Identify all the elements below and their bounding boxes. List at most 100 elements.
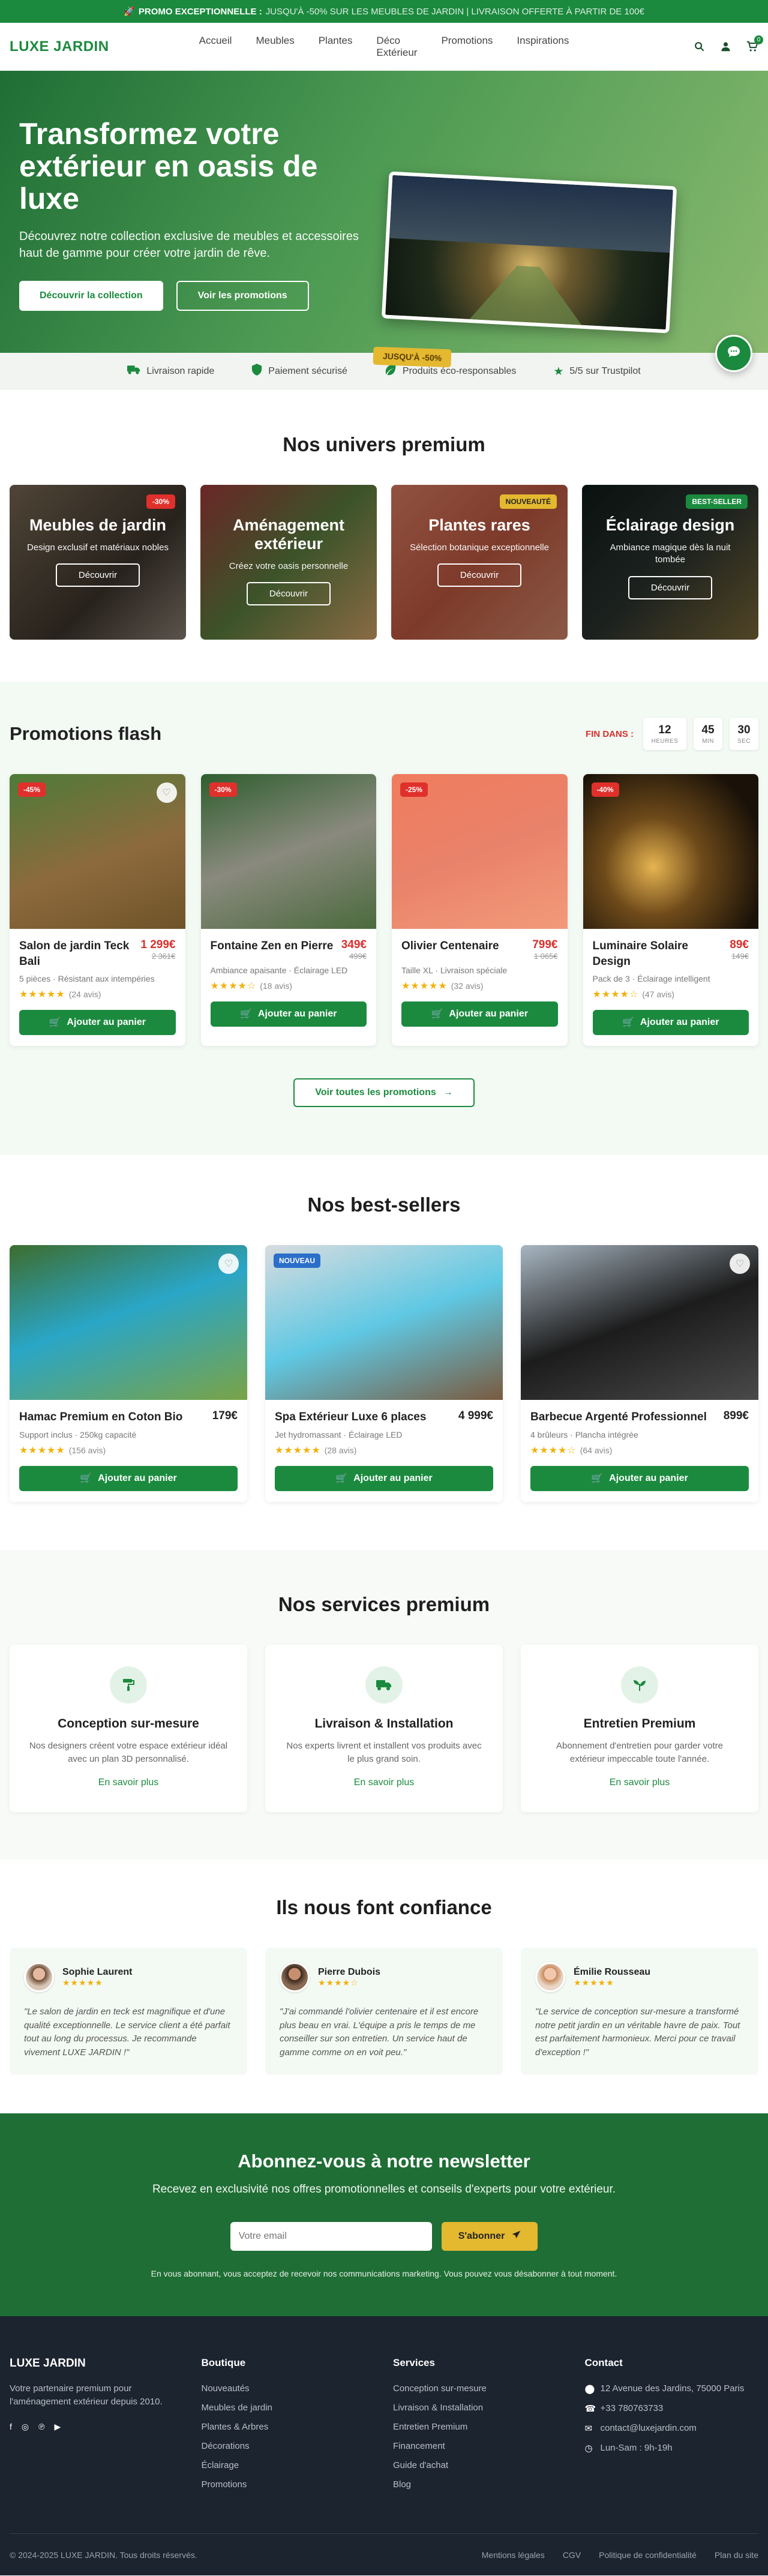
universe-card-furniture[interactable]: -30% Meubles de jardin Design exclusif e… (10, 485, 186, 640)
instagram-icon[interactable]: ◎ (22, 2422, 29, 2432)
cart-icon[interactable]: 0 (745, 35, 763, 53)
product-name[interactable]: Barbecue Argenté Professionnel (530, 1410, 707, 1425)
legal-link-cgv[interactable]: CGV (563, 2550, 581, 2560)
product-card[interactable]: NOUVEAU Spa Extérieur Luxe 6 places 4 99… (265, 1245, 503, 1502)
facebook-icon[interactable]: f (10, 2422, 12, 2432)
add-to-cart-button[interactable]: 🛒 Ajouter au panier (19, 1465, 238, 1491)
footer-col-boutique: Boutique Nouveautés Meubles de jardin Pl… (202, 2357, 376, 2499)
product-rating: ★★★★☆ (64 avis) (530, 1444, 749, 1456)
product-name[interactable]: Salon de jardin Teck Bali (19, 938, 136, 969)
footer-link[interactable]: Livraison & Installation (393, 2403, 567, 2413)
footer-link[interactable]: Plantes & Arbres (202, 2422, 376, 2432)
see-all-promotions-button[interactable]: Voir toutes les promotions → (293, 1078, 475, 1108)
logo[interactable]: LUXE JARDIN (10, 38, 199, 55)
product-image[interactable]: -25% (392, 774, 568, 929)
footer-link[interactable]: Décorations (202, 2441, 376, 2451)
add-to-cart-button[interactable]: 🛒 Ajouter au panier (401, 1001, 558, 1027)
product-card[interactable]: -25% Olivier Centenaire 799€ 1 065€ Tail… (392, 774, 568, 1046)
product-row: Fontaine Zen en Pierre 349€ 499€ (211, 938, 367, 961)
product-name[interactable]: Olivier Centenaire (401, 938, 499, 961)
subscribe-button[interactable]: S'abonner (441, 2222, 538, 2251)
add-to-cart-button[interactable]: 🛒 Ajouter au panier (19, 1010, 176, 1036)
product-image[interactable]: -45% ♡ (10, 774, 185, 929)
product-image[interactable]: -40% (583, 774, 758, 929)
contact-phone[interactable]: ☎ +33 780763733 (585, 2403, 759, 2414)
add-to-cart-button[interactable]: 🛒 Ajouter au panier (210, 1001, 367, 1027)
see-promotions-button[interactable]: Voir les promotions (176, 281, 309, 311)
footer-link[interactable]: Blog (393, 2479, 567, 2490)
footer-col-title: Services (393, 2357, 435, 2369)
product-name[interactable]: Fontaine Zen en Pierre (211, 938, 334, 961)
universe-desc: Ambiance magique dès la nuit tombée (610, 542, 731, 565)
product-body: Spa Extérieur Luxe 6 places 4 999€ Jet h… (265, 1400, 503, 1502)
product-card[interactable]: -45% ♡ Salon de jardin Teck Bali 1 299€ … (10, 774, 185, 1046)
product-image[interactable]: NOUVEAU (265, 1245, 503, 1401)
universe-card-landscaping[interactable]: Aménagement extérieur Créez votre oasis … (200, 485, 377, 640)
universe-discover-button[interactable]: Découvrir (628, 575, 713, 599)
email-input[interactable] (230, 2222, 432, 2251)
product-name[interactable]: Hamac Premium en Coton Bio (19, 1410, 182, 1425)
heart-icon[interactable]: ♡ (730, 1253, 750, 1274)
universe-discover-button[interactable]: Découvrir (55, 563, 140, 587)
universe-discover-button[interactable]: Découvrir (437, 563, 522, 587)
contact-address: ⬤ 12 Avenue des Jardins, 75000 Paris (585, 2383, 759, 2394)
learn-more-link[interactable]: En savoir plus (610, 1777, 670, 1788)
discover-collection-button[interactable]: Découvrir la collection (19, 281, 163, 311)
nav-meubles[interactable]: Meubles (256, 32, 294, 61)
product-card[interactable]: ♡ Hamac Premium en Coton Bio 179€ Suppor… (10, 1245, 247, 1502)
product-name[interactable]: Spa Extérieur Luxe 6 places (275, 1410, 426, 1425)
youtube-icon[interactable]: ▶ (54, 2422, 61, 2432)
footer-link[interactable]: Éclairage (202, 2460, 376, 2470)
nav-plantes[interactable]: Plantes (319, 32, 353, 61)
testimonial-name: Sophie Laurent (62, 1966, 133, 1977)
product-card[interactable]: -30% Fontaine Zen en Pierre 349€ 499€ Am… (200, 774, 376, 1046)
footer-link[interactable]: Guide d'achat (393, 2460, 567, 2470)
universe-discover-button[interactable]: Découvrir (246, 582, 331, 606)
product-old-price: 2 361€ (151, 952, 176, 961)
legal-link-sitemap[interactable]: Plan du site (715, 2550, 758, 2560)
nav-inspirations[interactable]: Inspirations (517, 32, 569, 61)
legal-link-privacy[interactable]: Politique de confidentialité (599, 2550, 697, 2560)
learn-more-link[interactable]: En savoir plus (354, 1777, 415, 1788)
user-icon[interactable] (719, 40, 732, 53)
review-count: (28 avis) (324, 1445, 357, 1455)
add-to-cart-button[interactable]: 🛒 Ajouter au panier (530, 1465, 749, 1491)
footer-link[interactable]: Promotions (202, 2479, 376, 2490)
search-icon[interactable] (692, 40, 706, 53)
footer-col-title: Boutique (201, 2357, 246, 2369)
universe-card-plants[interactable]: NOUVEAUTÉ Plantes rares Sélection botani… (391, 485, 568, 640)
product-name[interactable]: Luminaire Solaire Design (593, 938, 725, 969)
footer-link[interactable]: Entretien Premium (393, 2422, 567, 2432)
promo-bold: PROMO EXCEPTIONNELLE : (138, 6, 262, 17)
footer-col-services: Services Conception sur-mesure Livraison… (393, 2357, 567, 2499)
universe-card-lighting[interactable]: BEST-SELLER Éclairage design Ambiance ma… (582, 485, 758, 640)
service-desc: Nos designers créent votre espace extéri… (29, 1740, 228, 1764)
nav-deco-exterieur[interactable]: Déco Extérieur (376, 32, 417, 61)
product-row: Hamac Premium en Coton Bio 179€ (19, 1410, 238, 1425)
product-prices: 349€ 499€ (341, 938, 367, 961)
universes-section: Nos univers premium -30% Meubles de jard… (0, 390, 768, 682)
footer-link[interactable]: Financement (393, 2441, 567, 2451)
nav-accueil[interactable]: Accueil (199, 32, 232, 61)
nav-promotions[interactable]: Promotions (441, 32, 493, 61)
product-image[interactable]: ♡ (10, 1245, 247, 1401)
discount-badge: -40% (591, 782, 619, 797)
contact-email[interactable]: ✉ contact@luxejardin.com (585, 2423, 759, 2434)
product-image[interactable]: ♡ (521, 1245, 758, 1401)
add-to-cart-button[interactable]: 🛒 Ajouter au panier (275, 1465, 493, 1491)
header-icons: 0 (569, 35, 763, 53)
pinterest-icon[interactable]: ℗ (38, 2422, 44, 2432)
learn-more-link[interactable]: En savoir plus (98, 1777, 159, 1788)
footer-about: LUXE JARDIN Votre partenaire premium pou… (10, 2357, 184, 2499)
add-to-cart-button[interactable]: 🛒 Ajouter au panier (592, 1010, 749, 1036)
legal-link-mentions[interactable]: Mentions légales (482, 2550, 545, 2560)
product-image[interactable]: -30% (200, 774, 376, 929)
product-card[interactable]: -40% Luminaire Solaire Design 89€ 149€ P… (583, 774, 758, 1046)
footer-link[interactable]: Meubles de jardin (202, 2403, 376, 2413)
footer-link[interactable]: Conception sur-mesure (393, 2383, 567, 2394)
product-card[interactable]: ♡ Barbecue Argenté Professionnel 899€ 4 … (521, 1245, 758, 1502)
heart-icon[interactable]: ♡ (156, 782, 177, 803)
chat-button[interactable] (715, 335, 752, 372)
heart-icon[interactable]: ♡ (218, 1253, 239, 1274)
footer-link[interactable]: Nouveautés (202, 2383, 376, 2394)
